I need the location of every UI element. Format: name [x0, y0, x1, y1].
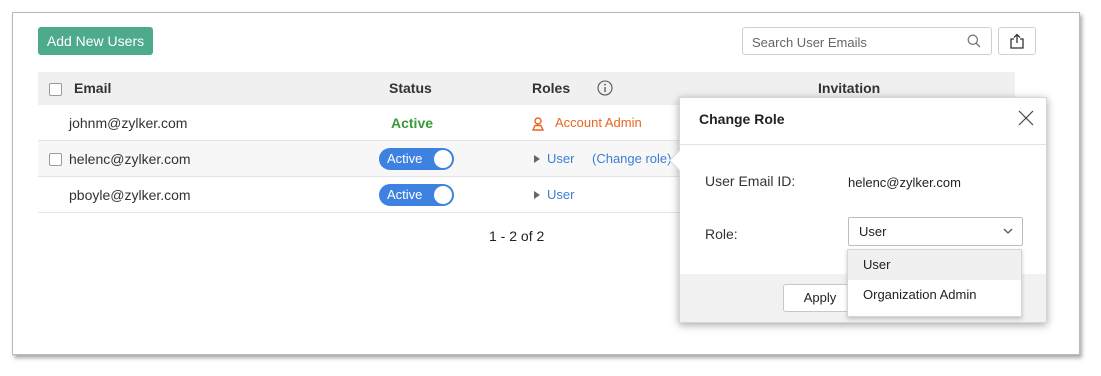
export-icon: [1010, 33, 1024, 49]
email-cell: johnm@zylker.com: [69, 115, 188, 131]
email-value: helenc@zylker.com: [848, 175, 961, 190]
select-all-checkbox[interactable]: [49, 83, 62, 96]
role-select-value: User: [859, 224, 887, 239]
users-panel: Add New Users Email Status Roles Invitat…: [12, 12, 1080, 355]
role-option-user[interactable]: User: [848, 250, 1021, 280]
status-toggle-label: Active: [387, 151, 423, 166]
toggle-knob: [434, 186, 452, 204]
role-option-organization-admin[interactable]: Organization Admin: [848, 280, 1021, 310]
popup-title: Change Role: [699, 111, 785, 127]
role-options-dropdown: User Organization Admin: [847, 249, 1022, 317]
email-cell: helenc@zylker.com: [69, 151, 191, 167]
close-icon[interactable]: [1018, 110, 1034, 126]
popup-header: Change Role: [680, 98, 1046, 145]
add-new-users-button[interactable]: Add New Users: [38, 27, 153, 55]
email-label: User Email ID:: [705, 173, 796, 189]
status-toggle-label: Active: [387, 187, 423, 202]
role-link-account-admin[interactable]: Account Admin: [555, 105, 642, 141]
status-label: Active: [391, 115, 434, 131]
admin-icon: [531, 117, 545, 131]
column-roles: Roles: [532, 80, 571, 96]
info-icon[interactable]: [597, 80, 613, 96]
role-link-user[interactable]: User: [547, 177, 574, 213]
role-select[interactable]: User: [848, 217, 1023, 246]
change-role-link[interactable]: (Change role): [592, 141, 672, 177]
column-email: Email: [74, 80, 112, 96]
search-box[interactable]: [742, 27, 992, 55]
row-checkbox[interactable]: [49, 153, 62, 166]
expand-role-icon[interactable]: [534, 191, 540, 199]
toggle-knob: [434, 150, 452, 168]
expand-role-icon[interactable]: [534, 155, 540, 163]
role-label: Role:: [705, 226, 738, 242]
status-toggle[interactable]: Active: [379, 148, 454, 170]
pagination-info: 1 - 2 of 2: [489, 228, 545, 244]
apply-button[interactable]: Apply: [783, 284, 857, 312]
search-icon[interactable]: [967, 34, 981, 48]
email-cell: pboyle@zylker.com: [69, 187, 191, 203]
role-link-user[interactable]: User: [547, 141, 574, 177]
export-button[interactable]: [998, 27, 1036, 55]
chevron-down-icon: [1003, 228, 1013, 234]
status-toggle[interactable]: Active: [379, 184, 454, 206]
column-status: Status: [389, 80, 432, 96]
search-input[interactable]: [752, 34, 957, 50]
